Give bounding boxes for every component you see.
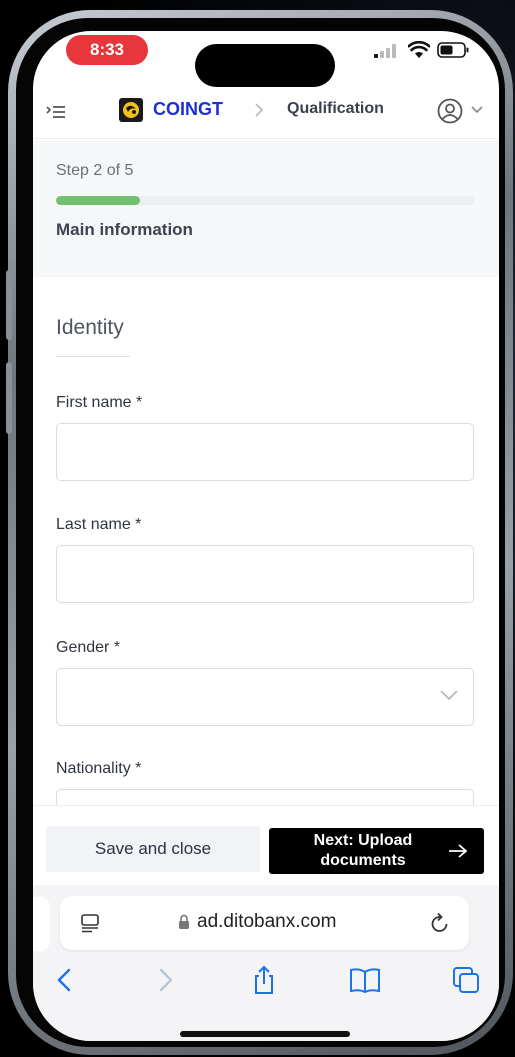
step-label: Step 2 of 5 [56,162,134,179]
identity-heading: Identity [56,316,124,339]
home-indicator [180,1031,350,1037]
cellular-signal-icon [374,44,396,58]
first-name-field[interactable] [56,423,474,481]
reload-icon[interactable] [430,912,450,934]
url-text[interactable]: ad.ditobanx.com [197,911,336,933]
section-title: Main information [56,220,193,239]
last-name-label: Last name * [56,516,142,533]
first-name-label: First name * [56,394,143,411]
user-account-icon[interactable] [437,98,463,124]
menu-collapse-icon[interactable] [45,101,67,123]
dynamic-island [195,44,335,87]
progress-fill [56,196,140,205]
next-label-line1: Next: Upload [313,832,413,849]
address-bar[interactable]: ad.ditobanx.com [60,896,469,950]
back-icon[interactable] [49,965,81,995]
next-button-label: Next: Upload documents [279,831,447,871]
brand-logo-icon[interactable] [119,98,143,122]
gender-label: Gender * [56,639,121,656]
progress-track [56,196,474,205]
volume-down-button [6,362,12,434]
previous-tab-preview[interactable] [33,897,50,951]
next-label-line2: documents [320,852,406,869]
page-menu-icon[interactable] [80,913,100,933]
forward-icon[interactable] [149,965,181,995]
chevron-down-icon[interactable] [470,104,484,116]
next-upload-documents-button[interactable]: Next: Upload documents [269,828,484,874]
arrow-right-icon [449,844,468,858]
gender-select[interactable] [56,668,474,726]
phone-screen: 8:33 COINGT Qualification Step 2 of 5 Ma… [33,31,499,1041]
nationality-label: Nationality * [56,760,142,777]
share-icon[interactable] [248,965,280,995]
status-time: 8:33 [66,35,148,65]
action-bar: Save and close Next: Upload documents [33,805,499,885]
brand-name[interactable]: COINGT [153,99,223,120]
battery-icon [437,42,469,58]
browser-toolbar: ad.ditobanx.com [33,885,499,1041]
step-section: Step 2 of 5 Main information [33,140,499,277]
divider [56,356,130,357]
breadcrumb-chevron-icon [255,103,264,117]
breadcrumb-current: Qualification [287,100,384,117]
last-name-field[interactable] [56,545,474,603]
volume-up-button [6,270,12,340]
chevron-down-icon [440,690,458,701]
bookmarks-icon[interactable] [349,965,381,995]
wifi-icon [408,41,430,58]
tabs-icon[interactable] [450,965,482,995]
lock-icon [179,914,189,929]
save-and-close-button[interactable]: Save and close [46,826,260,872]
app-header: COINGT Qualification [33,87,499,139]
